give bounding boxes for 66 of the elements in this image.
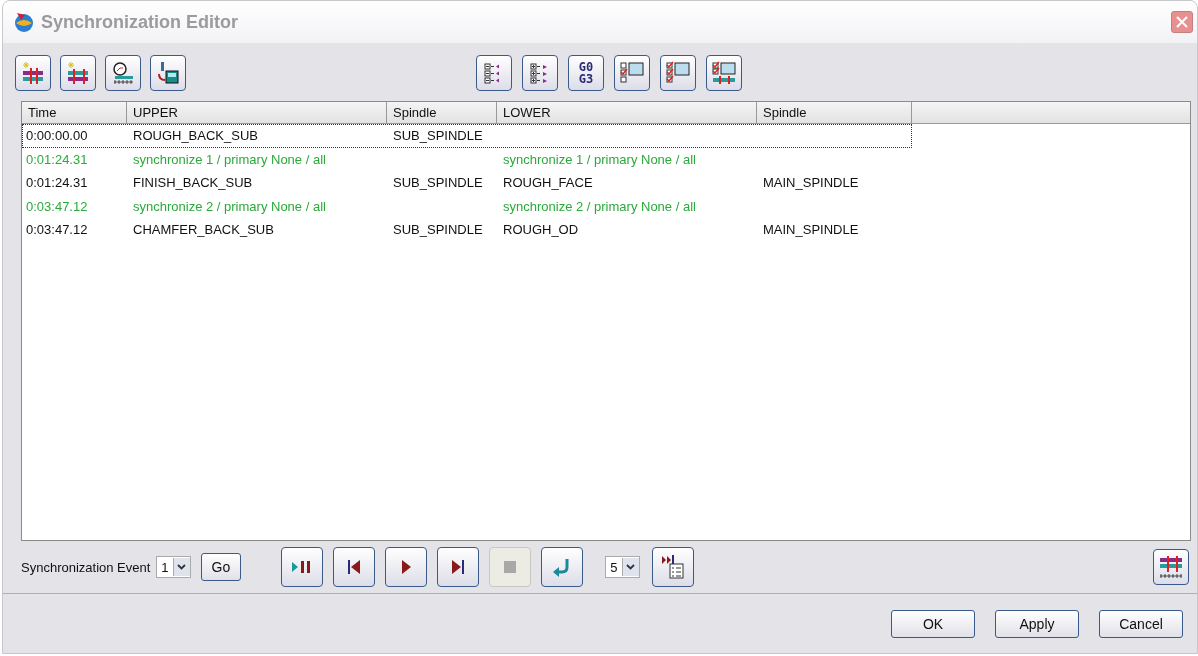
table-cell: 0:03:47.12 <box>26 222 88 238</box>
sync-bars-icon <box>21 61 45 85</box>
close-icon <box>1176 16 1188 28</box>
table-row[interactable]: 0:03:47.12 CHAMFER_BACK_SUB SUB_SPINDLE ROUGH_OD MAIN_SPINDLE <box>22 218 912 242</box>
dialog-button[interactable]: Apply <box>995 609 1079 638</box>
table-cell: ROUGH_BACK_SUB <box>133 128 258 144</box>
go-button[interactable]: Go <box>200 553 242 581</box>
gauge-icon <box>111 61 135 85</box>
timeline-button[interactable] <box>1153 549 1189 585</box>
checklist-table-icon <box>620 61 644 85</box>
g-code-button[interactable]: G0 G3 <box>568 55 604 91</box>
table-cell: 0:03:47.12 <box>26 198 88 214</box>
timeline-icon <box>1158 554 1184 580</box>
table-cell: 0:01:24.31 <box>26 175 88 191</box>
column-header[interactable]: UPPER <box>127 102 387 124</box>
new-sync-button[interactable] <box>15 55 51 91</box>
close-button[interactable] <box>1171 11 1193 33</box>
table-cell: SUB_SPINDLE <box>393 222 483 238</box>
column-header[interactable]: Spindle <box>757 102 912 124</box>
new-sync-button[interactable] <box>60 55 96 91</box>
table-cell: CHAMFER_BACK_SUB <box>133 222 274 238</box>
last-button[interactable] <box>437 547 480 587</box>
column-select-button[interactable] <box>706 55 742 91</box>
event-dropdown[interactable]: 1 <box>156 556 191 578</box>
table-cell: synchronize 2 / primary None / all <box>503 198 696 214</box>
table-row[interactable]: 0:00:00.00 ROUGH_BACK_SUB SUB_SPINDLE <box>22 124 912 148</box>
column-header[interactable]: LOWER <box>497 102 757 124</box>
table-cell: MAIN_SPINDLE <box>763 222 859 238</box>
chevron-down-icon <box>626 564 635 570</box>
window-title: Synchronization Editor <box>41 11 239 33</box>
collapse-tree-button[interactable] <box>476 55 512 91</box>
table-cell: synchronize 1 / primary None / all <box>503 151 696 167</box>
table-cell: SUB_SPINDLE <box>393 175 483 191</box>
table-cell: 0:00:00.00 <box>26 128 88 144</box>
table-cell: MAIN_SPINDLE <box>763 175 859 191</box>
table-cell: SUB_SPINDLE <box>393 128 483 144</box>
table-cell: ROUGH_FACE <box>503 175 593 191</box>
step-dropdown[interactable]: 5 <box>605 556 640 578</box>
expand-tree-button[interactable] <box>522 55 558 91</box>
event-label: Synchronization Event <box>21 559 151 575</box>
column-select-button[interactable] <box>660 55 696 91</box>
table-row[interactable]: 0:01:24.31 FINISH_BACK_SUB SUB_SPINDLE ROUGH_FACE MAIN_SPINDLE <box>22 171 912 195</box>
dialog-button[interactable]: OK <box>891 609 975 638</box>
machine-icon <box>156 61 180 85</box>
table-cell: synchronize 1 / primary None / all <box>133 151 326 167</box>
first-button[interactable] <box>333 547 376 587</box>
sync-bars-icon <box>66 61 90 85</box>
play-pause-button[interactable] <box>281 547 324 587</box>
table-cell: 0:01:24.31 <box>26 151 88 167</box>
return-button[interactable] <box>541 547 584 587</box>
table-cell: FINISH_BACK_SUB <box>133 175 253 191</box>
checklist-table-icon <box>666 61 690 85</box>
step-list-icon <box>659 554 686 580</box>
machine-button[interactable] <box>150 55 186 91</box>
table-cell: ROUGH_OD <box>503 222 579 238</box>
play-button[interactable] <box>385 547 428 587</box>
column-header[interactable]: Spindle <box>387 102 497 124</box>
checklist-table-icon <box>712 61 736 85</box>
chevron-down-icon <box>177 564 187 570</box>
gauge-button[interactable] <box>105 55 141 91</box>
column-select-button[interactable] <box>614 55 650 91</box>
table-cell: synchronize 2 / primary None / all <box>133 198 326 214</box>
dialog-button[interactable]: Cancel <box>1099 609 1183 638</box>
step-list-button[interactable] <box>651 547 694 587</box>
globe-icon <box>13 11 35 33</box>
column-header[interactable]: Time <box>22 102 127 124</box>
